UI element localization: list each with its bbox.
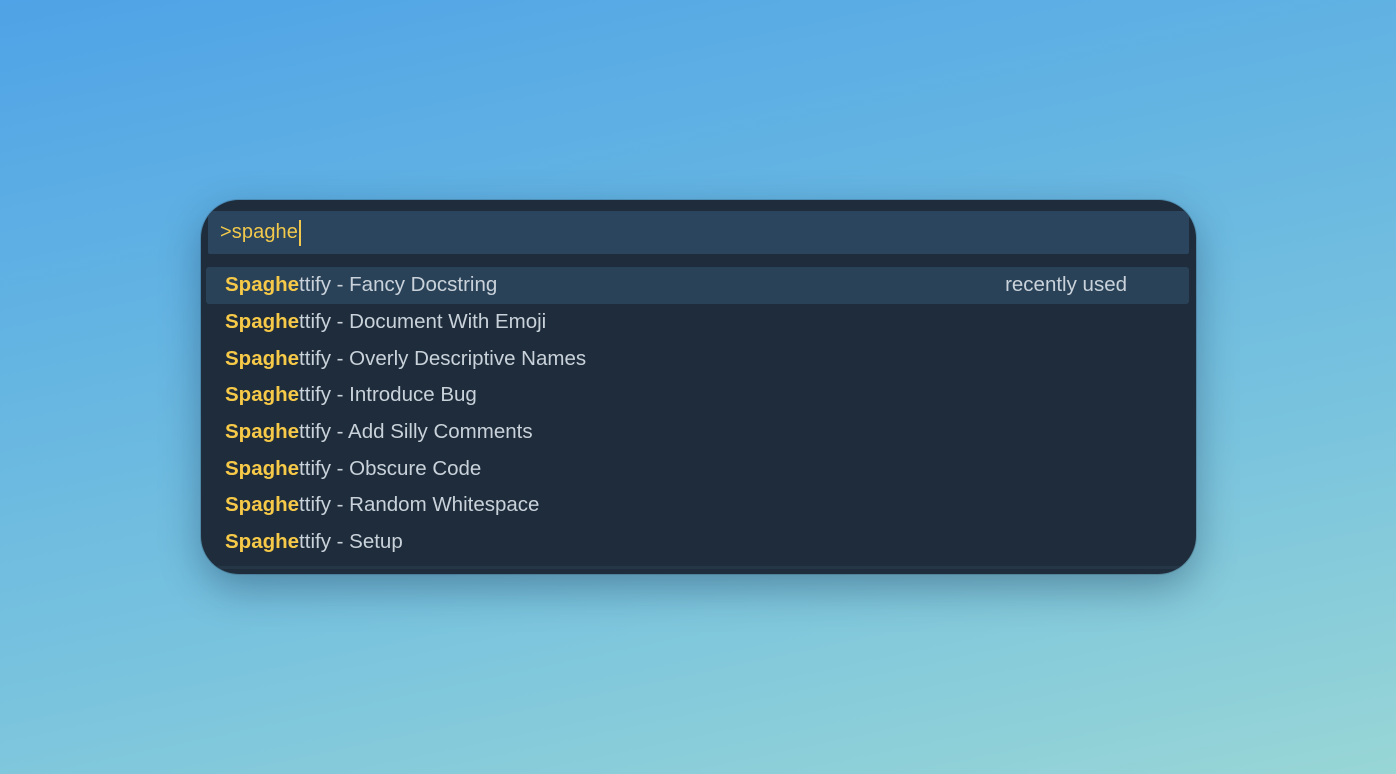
result-label: ttify - Setup <box>299 530 403 554</box>
result-match-text: Spaghe <box>225 273 300 297</box>
result-label: ttify - Add Silly Comments <box>299 420 533 444</box>
result-match-text: Spaghe <box>225 346 300 370</box>
result-match-text: Spaghe <box>225 420 300 444</box>
result-item-add-silly-comments[interactable]: Spaghe ttify - Add Silly Comments <box>206 414 1189 451</box>
result-match-text: Spaghe <box>225 310 300 334</box>
result-label: ttify - Random Whitespace <box>299 493 540 517</box>
desktop-background: { "command_palette": { "input": { "value… <box>0 0 1396 774</box>
gear-icon[interactable] <box>1139 273 1163 297</box>
result-label: ttify - Obscure Code <box>299 456 482 480</box>
result-item-obscure-code[interactable]: Spaghe ttify - Obscure Code <box>206 450 1189 487</box>
list-bottom-border <box>208 566 1189 569</box>
result-item-fancy-docstring[interactable]: Spaghe ttify - Fancy Docstring recently u… <box>206 267 1189 304</box>
result-match-text: Spaghe <box>225 493 300 517</box>
result-label: ttify - Document With Emoji <box>299 310 547 334</box>
result-label: ttify - Introduce Bug <box>299 383 477 407</box>
result-label: ttify - Fancy Docstring <box>299 273 498 297</box>
command-input-value[interactable]: >spaghe <box>220 221 298 244</box>
text-caret <box>299 219 301 246</box>
command-input[interactable]: >spaghe <box>208 211 1189 254</box>
result-match-text: Spaghe <box>225 383 300 407</box>
result-item-document-with-emoji[interactable]: Spaghe ttify - Document With Emoji <box>206 304 1189 341</box>
command-palette: >spaghe Spaghe ttify - Fancy Docstring re… <box>201 200 1196 574</box>
results-list: Spaghe ttify - Fancy Docstring recently u… <box>206 267 1189 561</box>
recently-used-label: recently used <box>1005 273 1127 297</box>
result-item-introduce-bug[interactable]: Spaghe ttify - Introduce Bug <box>206 377 1189 414</box>
result-item-setup[interactable]: Spaghe ttify - Setup <box>206 524 1189 561</box>
result-match-text: Spaghe <box>225 456 300 480</box>
result-meta: recently used <box>1005 267 1163 304</box>
result-item-random-whitespace[interactable]: Spaghe ttify - Random Whitespace <box>206 487 1189 524</box>
result-item-overly-descriptive-names[interactable]: Spaghe ttify - Overly Descriptive Names <box>206 340 1189 377</box>
result-match-text: Spaghe <box>225 530 300 554</box>
result-label: ttify - Overly Descriptive Names <box>299 346 587 370</box>
